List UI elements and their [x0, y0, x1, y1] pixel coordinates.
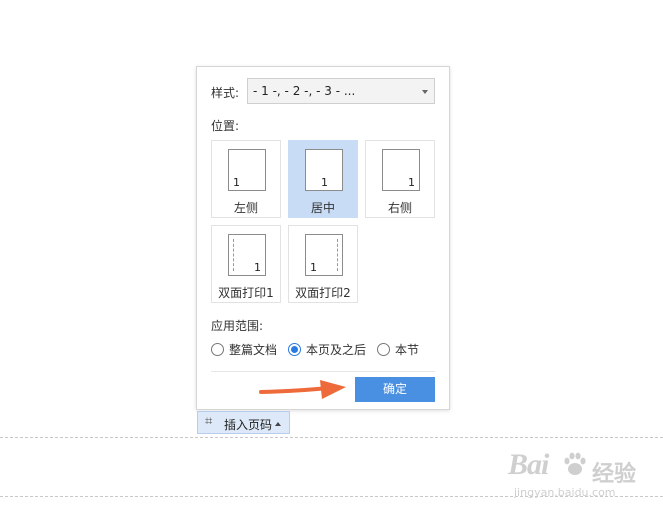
- position-center-tile[interactable]: 1 居中: [288, 140, 358, 218]
- radio-circle-selected: [288, 343, 301, 356]
- page-number-marker: 1: [233, 176, 240, 189]
- position-left-tile[interactable]: 1 左侧: [211, 140, 281, 218]
- watermark: Bai 经验 jingyan.baidu.com: [508, 448, 653, 508]
- page-number-marker: 1: [254, 261, 261, 274]
- position-label: 位置:: [211, 119, 240, 133]
- radio-circle: [211, 343, 224, 356]
- chevron-down-icon: [422, 90, 428, 94]
- radio-label: 本页及之后: [306, 343, 367, 357]
- insert-page-number-label: 插入页码: [224, 418, 273, 432]
- page-preview-icon: 1: [228, 149, 266, 191]
- scope-label: 应用范围:: [211, 319, 264, 333]
- page-number-marker: 1: [408, 176, 415, 189]
- page-preview-icon: 1: [305, 149, 343, 191]
- watermark-suffix: 经验: [592, 462, 637, 487]
- position-caption: 双面打印1: [218, 286, 274, 300]
- watermark-url: jingyan.baidu.com: [514, 486, 616, 499]
- page-preview-icon: 1: [305, 234, 343, 276]
- style-select-value: - 1 -, - 2 -, - 3 - ...: [253, 84, 356, 98]
- position-caption: 双面打印2: [295, 286, 351, 300]
- position-caption: 右侧: [387, 201, 412, 215]
- page-boundary-top: [0, 437, 663, 438]
- page-preview-icon: 1: [382, 149, 420, 191]
- page-number-marker: 1: [321, 176, 328, 189]
- chevron-up-icon: [275, 422, 281, 426]
- binding-guide-line: [337, 239, 338, 271]
- style-label: 样式:: [211, 86, 240, 100]
- position-right-tile[interactable]: 1 右侧: [365, 140, 435, 218]
- page-number-marker: 1: [310, 261, 317, 274]
- position-duplex2-tile[interactable]: 1 双面打印2: [288, 225, 358, 303]
- ok-button[interactable]: 确定: [355, 377, 435, 402]
- hash-icon: ⌗: [205, 414, 213, 429]
- binding-guide-line: [233, 239, 234, 271]
- arrow-annotation-icon: [259, 380, 346, 399]
- radio-circle: [377, 343, 390, 356]
- radio-label: 本节: [395, 343, 420, 357]
- paw-icon: [564, 452, 586, 475]
- style-select[interactable]: - 1 -, - 2 -, - 3 - ...: [247, 78, 435, 104]
- insert-page-number-button[interactable]: ⌗ 插入页码: [197, 411, 290, 434]
- position-duplex1-tile[interactable]: 1 双面打印1: [211, 225, 281, 303]
- watermark-brand: Bai: [508, 448, 549, 481]
- page-preview-icon: 1: [228, 234, 266, 276]
- divider: [211, 371, 435, 372]
- page-number-dialog: 样式: - 1 -, - 2 -, - 3 - ... 位置: 1 左侧 1 居…: [196, 66, 450, 410]
- position-caption: 居中: [310, 201, 335, 215]
- radio-label: 整篇文档: [229, 343, 278, 357]
- position-caption: 左侧: [233, 201, 258, 215]
